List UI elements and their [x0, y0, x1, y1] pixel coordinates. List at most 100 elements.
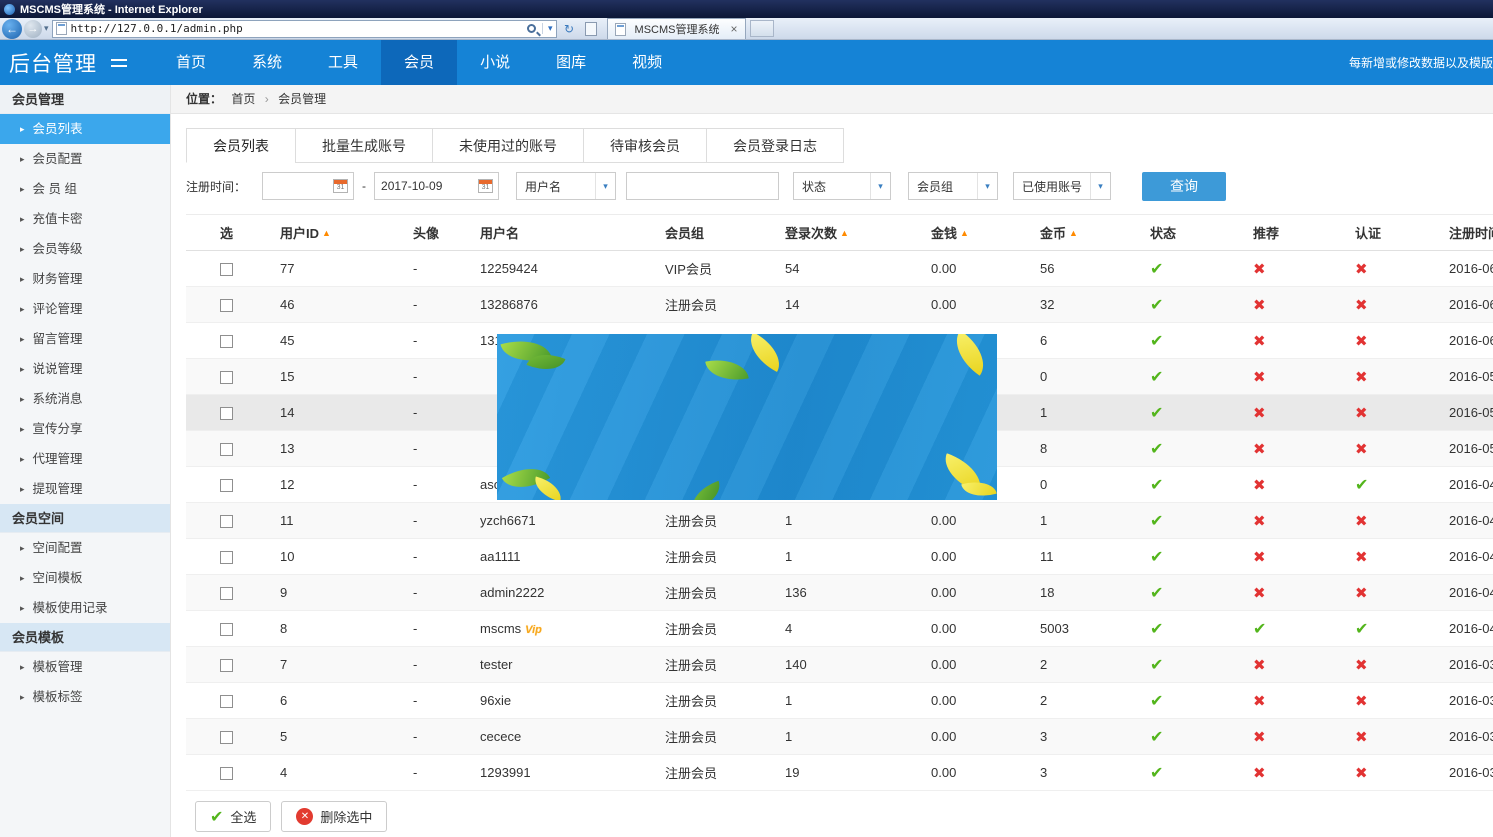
red-cross-icon[interactable]: ✖: [1253, 657, 1266, 674]
red-cross-icon[interactable]: ✖: [1253, 585, 1266, 602]
tab-close-icon[interactable]: ×: [724, 22, 737, 36]
nav-item-首页[interactable]: 首页: [153, 40, 229, 85]
row-checkbox[interactable]: [220, 263, 233, 276]
sidebar-item-宣传分享[interactable]: ▸宣传分享: [0, 414, 170, 444]
tab-会员登录日志[interactable]: 会员登录日志: [706, 128, 844, 163]
green-check-icon[interactable]: ✔: [1150, 369, 1163, 386]
green-check-icon[interactable]: ✔: [1150, 585, 1163, 602]
address-dropdown-icon[interactable]: ▾: [542, 23, 553, 34]
row-checkbox[interactable]: [220, 299, 233, 312]
green-check-icon[interactable]: ✔: [1150, 765, 1163, 782]
column-header[interactable]: 金币▲: [1026, 215, 1136, 251]
refresh-button[interactable]: ↻: [560, 19, 579, 38]
compatibility-view-button[interactable]: [582, 19, 601, 38]
red-cross-icon[interactable]: ✖: [1253, 765, 1266, 782]
sidebar-item-系统消息[interactable]: ▸系统消息: [0, 384, 170, 414]
sidebar-item-模板标签[interactable]: ▸模板标签: [0, 682, 170, 712]
sidebar-item-会员列表[interactable]: ▸会员列表: [0, 114, 170, 144]
green-check-icon[interactable]: ✔: [1150, 261, 1163, 278]
row-checkbox[interactable]: [220, 731, 233, 744]
nav-item-工具[interactable]: 工具: [305, 40, 381, 85]
sidebar-item-财务管理[interactable]: ▸财务管理: [0, 264, 170, 294]
row-checkbox[interactable]: [220, 407, 233, 420]
sort-asc-icon[interactable]: ▲: [1069, 228, 1078, 238]
tab-批量生成账号[interactable]: 批量生成账号: [295, 128, 433, 163]
red-cross-icon[interactable]: ✖: [1355, 585, 1368, 602]
sidebar-item-提现管理[interactable]: ▸提现管理: [0, 474, 170, 504]
sidebar-item-评论管理[interactable]: ▸评论管理: [0, 294, 170, 324]
sidebar-item-充值卡密[interactable]: ▸充值卡密: [0, 204, 170, 234]
sidebar-item-模板使用记录[interactable]: ▸模板使用记录: [0, 593, 170, 623]
green-check-icon[interactable]: ✔: [1150, 441, 1163, 458]
row-checkbox[interactable]: [220, 443, 233, 456]
sidebar-item-会员配置[interactable]: ▸会员配置: [0, 144, 170, 174]
red-cross-icon[interactable]: ✖: [1355, 765, 1368, 782]
row-checkbox[interactable]: [220, 479, 233, 492]
red-cross-icon[interactable]: ✖: [1355, 513, 1368, 530]
sort-asc-icon[interactable]: ▲: [960, 228, 969, 238]
calendar-icon[interactable]: 31: [478, 179, 493, 193]
delete-selected-button[interactable]: ✕ 删除选中: [281, 801, 387, 832]
red-cross-icon[interactable]: ✖: [1355, 261, 1368, 278]
sidebar-item-空间配置[interactable]: ▸空间配置: [0, 533, 170, 563]
red-cross-icon[interactable]: ✖: [1355, 549, 1368, 566]
browser-tab[interactable]: MSCMS管理系统 ×: [607, 18, 746, 39]
red-cross-icon[interactable]: ✖: [1355, 333, 1368, 350]
sidebar-item-会 员 组[interactable]: ▸会 员 组: [0, 174, 170, 204]
red-cross-icon[interactable]: ✖: [1253, 261, 1266, 278]
sort-asc-icon[interactable]: ▲: [840, 228, 849, 238]
green-check-icon[interactable]: ✔: [1150, 549, 1163, 566]
nav-item-系统[interactable]: 系统: [229, 40, 305, 85]
column-header[interactable]: 登录次数▲: [771, 215, 917, 251]
red-cross-icon[interactable]: ✖: [1355, 441, 1368, 458]
red-cross-icon[interactable]: ✖: [1253, 477, 1266, 494]
new-tab-button[interactable]: [750, 20, 774, 37]
red-cross-icon[interactable]: ✖: [1253, 297, 1266, 314]
forward-button[interactable]: →: [24, 20, 42, 38]
sidebar-item-留言管理[interactable]: ▸留言管理: [0, 324, 170, 354]
row-checkbox[interactable]: [220, 551, 233, 564]
row-checkbox[interactable]: [220, 767, 233, 780]
green-check-icon[interactable]: ✔: [1150, 513, 1163, 530]
green-check-icon[interactable]: ✔: [1150, 297, 1163, 314]
red-cross-icon[interactable]: ✖: [1253, 729, 1266, 746]
green-check-icon[interactable]: ✔: [1150, 621, 1163, 638]
row-checkbox[interactable]: [220, 371, 233, 384]
sidebar-item-代理管理[interactable]: ▸代理管理: [0, 444, 170, 474]
green-check-icon[interactable]: ✔: [1150, 477, 1163, 494]
tab-未使用过的账号[interactable]: 未使用过的账号: [432, 128, 584, 163]
red-cross-icon[interactable]: ✖: [1253, 369, 1266, 386]
row-checkbox[interactable]: [220, 659, 233, 672]
menu-toggle-icon[interactable]: [111, 59, 127, 67]
green-check-icon[interactable]: ✔: [1150, 333, 1163, 350]
nav-item-图库[interactable]: 图库: [533, 40, 609, 85]
keyword-input[interactable]: [626, 172, 779, 200]
nav-item-视频[interactable]: 视频: [609, 40, 685, 85]
red-cross-icon[interactable]: ✖: [1253, 405, 1266, 422]
group-select[interactable]: 会员组 ▾: [908, 172, 998, 200]
row-checkbox[interactable]: [220, 335, 233, 348]
red-cross-icon[interactable]: ✖: [1253, 549, 1266, 566]
sort-asc-icon[interactable]: ▲: [322, 228, 331, 238]
green-check-icon[interactable]: ✔: [1150, 405, 1163, 422]
sidebar-item-说说管理[interactable]: ▸说说管理: [0, 354, 170, 384]
column-header[interactable]: 金钱▲: [917, 215, 1026, 251]
field-select[interactable]: 用户名 ▾: [516, 172, 616, 200]
red-cross-icon[interactable]: ✖: [1355, 369, 1368, 386]
breadcrumb-home-link[interactable]: 首页: [231, 92, 255, 106]
sidebar-item-模板管理[interactable]: ▸模板管理: [0, 652, 170, 682]
date-to-input[interactable]: 2017-10-09 31: [374, 172, 499, 200]
red-cross-icon[interactable]: ✖: [1355, 693, 1368, 710]
date-from-input[interactable]: 31: [262, 172, 354, 200]
address-bar[interactable]: http://127.0.0.1/admin.php ▾: [52, 20, 557, 38]
green-check-icon[interactable]: ✔: [1150, 657, 1163, 674]
select-all-button[interactable]: ✔ 全选: [195, 801, 271, 832]
red-cross-icon[interactable]: ✖: [1253, 441, 1266, 458]
row-checkbox[interactable]: [220, 695, 233, 708]
search-button[interactable]: 查询: [1142, 172, 1226, 201]
status-select[interactable]: 状态 ▾: [793, 172, 891, 200]
green-check-icon[interactable]: ✔: [1150, 693, 1163, 710]
history-dropdown-icon[interactable]: ▾: [44, 23, 49, 34]
green-check-icon[interactable]: ✔: [1253, 621, 1266, 638]
tab-待审核会员[interactable]: 待审核会员: [583, 128, 707, 163]
